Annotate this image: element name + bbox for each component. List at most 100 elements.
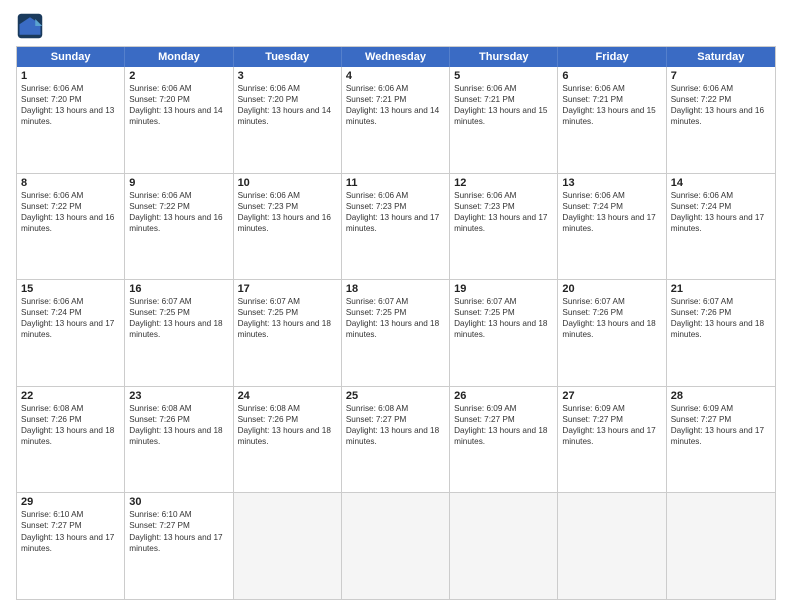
- sunrise-line: Sunrise: 6:10 AM: [21, 509, 120, 520]
- sunrise-line: Sunrise: 6:10 AM: [129, 509, 228, 520]
- day-number: 8: [21, 177, 120, 189]
- day-number: 26: [454, 390, 553, 402]
- day-number: 23: [129, 390, 228, 402]
- sunrise-line: Sunrise: 6:08 AM: [238, 403, 337, 414]
- cal-cell: 29 Sunrise: 6:10 AM Sunset: 7:27 PM Dayl…: [17, 493, 125, 599]
- cal-cell: 18 Sunrise: 6:07 AM Sunset: 7:25 PM Dayl…: [342, 280, 450, 386]
- sunrise-line: Sunrise: 6:06 AM: [238, 83, 337, 94]
- day-number: 5: [454, 70, 553, 82]
- day-number: 7: [671, 70, 771, 82]
- cal-cell: 14 Sunrise: 6:06 AM Sunset: 7:24 PM Dayl…: [667, 174, 775, 280]
- sunset-line: Sunset: 7:23 PM: [454, 201, 553, 212]
- day-number: 3: [238, 70, 337, 82]
- header-friday: Friday: [558, 47, 666, 67]
- cal-cell: 15 Sunrise: 6:06 AM Sunset: 7:24 PM Dayl…: [17, 280, 125, 386]
- day-number: 17: [238, 283, 337, 295]
- day-number: 29: [21, 496, 120, 508]
- day-number: 30: [129, 496, 228, 508]
- sunset-line: Sunset: 7:27 PM: [346, 414, 445, 425]
- daylight-line: Daylight: 13 hours and 17 minutes.: [21, 532, 120, 554]
- sunset-line: Sunset: 7:22 PM: [129, 201, 228, 212]
- cal-cell: 6 Sunrise: 6:06 AM Sunset: 7:21 PM Dayli…: [558, 67, 666, 173]
- cal-cell: [234, 493, 342, 599]
- sunrise-line: Sunrise: 6:07 AM: [671, 296, 771, 307]
- week-row-2: 8 Sunrise: 6:06 AM Sunset: 7:22 PM Dayli…: [17, 173, 775, 280]
- cal-cell: 2 Sunrise: 6:06 AM Sunset: 7:20 PM Dayli…: [125, 67, 233, 173]
- day-number: 28: [671, 390, 771, 402]
- sunset-line: Sunset: 7:25 PM: [346, 307, 445, 318]
- sunset-line: Sunset: 7:27 PM: [21, 520, 120, 531]
- sunrise-line: Sunrise: 6:06 AM: [454, 190, 553, 201]
- cal-cell: 22 Sunrise: 6:08 AM Sunset: 7:26 PM Dayl…: [17, 387, 125, 493]
- header: [16, 12, 776, 40]
- daylight-line: Daylight: 13 hours and 17 minutes.: [21, 318, 120, 340]
- daylight-line: Daylight: 13 hours and 18 minutes.: [346, 425, 445, 447]
- sunrise-line: Sunrise: 6:07 AM: [454, 296, 553, 307]
- header-sunday: Sunday: [17, 47, 125, 67]
- sunrise-line: Sunrise: 6:06 AM: [346, 83, 445, 94]
- sunrise-line: Sunrise: 6:06 AM: [454, 83, 553, 94]
- sunrise-line: Sunrise: 6:08 AM: [346, 403, 445, 414]
- day-number: 14: [671, 177, 771, 189]
- sunrise-line: Sunrise: 6:09 AM: [562, 403, 661, 414]
- sunrise-line: Sunrise: 6:06 AM: [238, 190, 337, 201]
- sunset-line: Sunset: 7:25 PM: [454, 307, 553, 318]
- sunset-line: Sunset: 7:27 PM: [454, 414, 553, 425]
- sunset-line: Sunset: 7:25 PM: [238, 307, 337, 318]
- day-number: 1: [21, 70, 120, 82]
- sunrise-line: Sunrise: 6:07 AM: [346, 296, 445, 307]
- week-row-3: 15 Sunrise: 6:06 AM Sunset: 7:24 PM Dayl…: [17, 279, 775, 386]
- sunset-line: Sunset: 7:27 PM: [671, 414, 771, 425]
- calendar-header: Sunday Monday Tuesday Wednesday Thursday…: [17, 47, 775, 67]
- sunset-line: Sunset: 7:24 PM: [21, 307, 120, 318]
- daylight-line: Daylight: 13 hours and 17 minutes.: [562, 212, 661, 234]
- daylight-line: Daylight: 13 hours and 18 minutes.: [346, 318, 445, 340]
- week-row-5: 29 Sunrise: 6:10 AM Sunset: 7:27 PM Dayl…: [17, 492, 775, 599]
- sunset-line: Sunset: 7:26 PM: [21, 414, 120, 425]
- sunset-line: Sunset: 7:26 PM: [129, 414, 228, 425]
- sunset-line: Sunset: 7:23 PM: [346, 201, 445, 212]
- sunset-line: Sunset: 7:26 PM: [562, 307, 661, 318]
- cal-cell: 12 Sunrise: 6:06 AM Sunset: 7:23 PM Dayl…: [450, 174, 558, 280]
- header-thursday: Thursday: [450, 47, 558, 67]
- sunset-line: Sunset: 7:24 PM: [562, 201, 661, 212]
- sunrise-line: Sunrise: 6:06 AM: [21, 190, 120, 201]
- day-number: 27: [562, 390, 661, 402]
- cal-cell: 17 Sunrise: 6:07 AM Sunset: 7:25 PM Dayl…: [234, 280, 342, 386]
- cal-cell: 13 Sunrise: 6:06 AM Sunset: 7:24 PM Dayl…: [558, 174, 666, 280]
- sunrise-line: Sunrise: 6:09 AM: [671, 403, 771, 414]
- daylight-line: Daylight: 13 hours and 17 minutes.: [454, 212, 553, 234]
- week-row-4: 22 Sunrise: 6:08 AM Sunset: 7:26 PM Dayl…: [17, 386, 775, 493]
- sunrise-line: Sunrise: 6:08 AM: [21, 403, 120, 414]
- day-number: 6: [562, 70, 661, 82]
- cal-cell: 9 Sunrise: 6:06 AM Sunset: 7:22 PM Dayli…: [125, 174, 233, 280]
- day-number: 15: [21, 283, 120, 295]
- header-tuesday: Tuesday: [234, 47, 342, 67]
- sunrise-line: Sunrise: 6:06 AM: [671, 190, 771, 201]
- daylight-line: Daylight: 13 hours and 18 minutes.: [238, 425, 337, 447]
- cal-cell: 16 Sunrise: 6:07 AM Sunset: 7:25 PM Dayl…: [125, 280, 233, 386]
- header-saturday: Saturday: [667, 47, 775, 67]
- daylight-line: Daylight: 13 hours and 16 minutes.: [21, 212, 120, 234]
- cal-cell: 21 Sunrise: 6:07 AM Sunset: 7:26 PM Dayl…: [667, 280, 775, 386]
- cal-cell: 11 Sunrise: 6:06 AM Sunset: 7:23 PM Dayl…: [342, 174, 450, 280]
- daylight-line: Daylight: 13 hours and 16 minutes.: [129, 212, 228, 234]
- logo-icon: [16, 12, 44, 40]
- daylight-line: Daylight: 13 hours and 17 minutes.: [562, 425, 661, 447]
- sunrise-line: Sunrise: 6:09 AM: [454, 403, 553, 414]
- cal-cell: 28 Sunrise: 6:09 AM Sunset: 7:27 PM Dayl…: [667, 387, 775, 493]
- daylight-line: Daylight: 13 hours and 17 minutes.: [671, 425, 771, 447]
- daylight-line: Daylight: 13 hours and 14 minutes.: [346, 105, 445, 127]
- calendar-body: 1 Sunrise: 6:06 AM Sunset: 7:20 PM Dayli…: [17, 67, 775, 599]
- sunrise-line: Sunrise: 6:07 AM: [238, 296, 337, 307]
- cal-cell: [342, 493, 450, 599]
- sunrise-line: Sunrise: 6:06 AM: [21, 296, 120, 307]
- cal-cell: 8 Sunrise: 6:06 AM Sunset: 7:22 PM Dayli…: [17, 174, 125, 280]
- logo: [16, 12, 48, 40]
- day-number: 24: [238, 390, 337, 402]
- sunset-line: Sunset: 7:23 PM: [238, 201, 337, 212]
- page: Sunday Monday Tuesday Wednesday Thursday…: [0, 0, 792, 612]
- day-number: 25: [346, 390, 445, 402]
- cal-cell: 23 Sunrise: 6:08 AM Sunset: 7:26 PM Dayl…: [125, 387, 233, 493]
- sunset-line: Sunset: 7:21 PM: [346, 94, 445, 105]
